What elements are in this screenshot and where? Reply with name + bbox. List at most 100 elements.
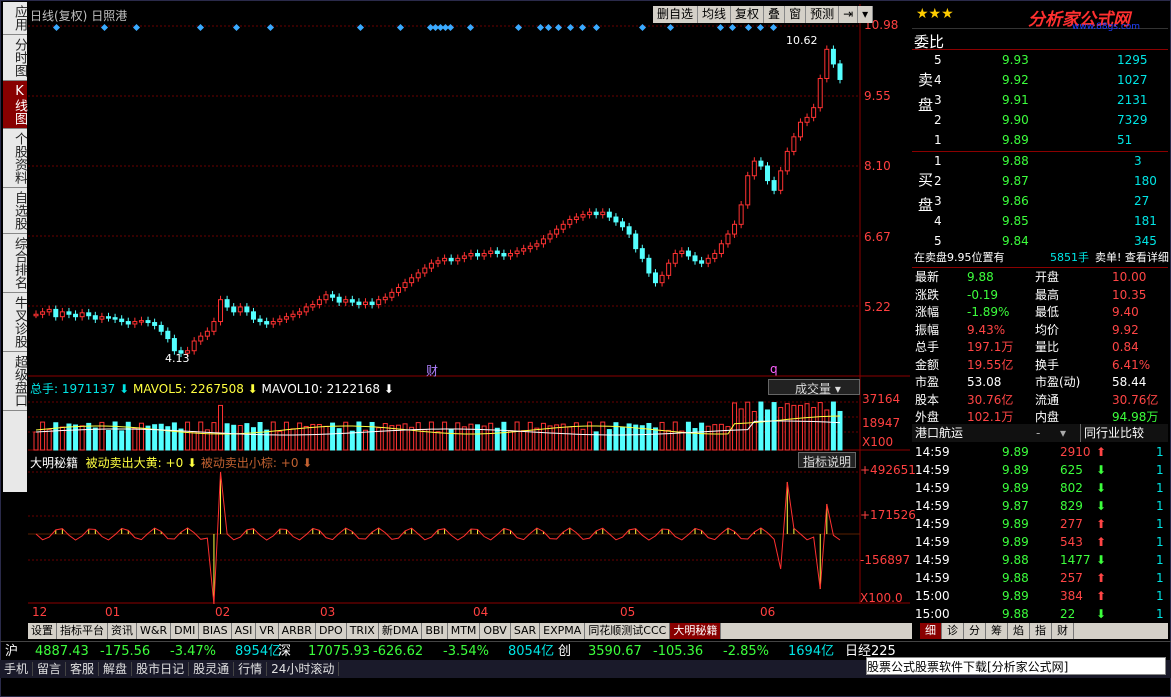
adjust-button[interactable]: 复权	[731, 6, 765, 23]
compare-button[interactable]: 同行业比较	[1080, 424, 1147, 442]
indicator-tab[interactable]: 指标平台	[57, 623, 108, 639]
indicator-tab[interactable]: MTM	[448, 623, 481, 639]
panel-tab[interactable]: 诊	[942, 623, 964, 639]
status-item[interactable]: 手机	[0, 662, 34, 676]
status-item[interactable]: 24小时滚动	[267, 662, 340, 676]
status-item[interactable]: 股灵通	[189, 662, 235, 676]
left-nav-item[interactable]: 综合排名	[3, 234, 27, 293]
candle	[468, 253, 474, 257]
cell: 2910	[1060, 445, 1091, 459]
indicator-tab[interactable]: TRIX	[347, 623, 379, 639]
candle	[343, 299, 349, 303]
panel-tab[interactable]: 筹	[986, 623, 1008, 639]
left-nav-item[interactable]: 牛叉诊股	[3, 293, 27, 352]
index-value[interactable]: 深	[278, 642, 291, 661]
volume-bar	[198, 421, 204, 451]
left-nav-item[interactable]: 自选股	[3, 188, 27, 234]
panel-tab[interactable]: 分	[964, 623, 986, 639]
candle	[725, 233, 731, 245]
volume-tick: 18947	[862, 416, 901, 430]
indicator-tab[interactable]: 资讯	[108, 623, 137, 639]
indicator-tab[interactable]: ASI	[232, 623, 257, 639]
status-item[interactable]: 客服	[66, 662, 100, 676]
candle	[171, 338, 177, 352]
indicator-tab[interactable]: 新DMA	[379, 623, 423, 639]
chevron-down-icon[interactable]: ▾	[858, 6, 874, 23]
volume-bar	[633, 424, 639, 451]
ma-button[interactable]: 均线	[698, 6, 732, 23]
panel-tab[interactable]: 细	[920, 623, 942, 639]
volume-bar	[461, 426, 467, 451]
candle	[481, 253, 487, 257]
volume-bar	[303, 425, 309, 451]
status-item[interactable]: 留言	[33, 662, 67, 676]
volume-bar	[534, 427, 540, 451]
volume-bar	[92, 427, 98, 451]
indicator-tab[interactable]: 同花顺测试CCC	[585, 623, 671, 639]
kline-chart-area[interactable]: 日线(复权) 日照港 10.98 9.55 8.10 6.67 5.22 10.…	[28, 4, 916, 619]
signal-diamond	[196, 23, 205, 32]
candle	[534, 243, 540, 247]
indicator-tab[interactable]: DMI	[171, 623, 200, 639]
overlay-button[interactable]: 叠	[764, 6, 786, 23]
panel-tab[interactable]: 焰	[1008, 623, 1030, 639]
left-nav-item[interactable]: 个股资料	[3, 129, 27, 188]
panel-tab[interactable]: 指	[1030, 623, 1052, 639]
status-item[interactable]: 股市日记	[132, 662, 190, 676]
indicator-tab[interactable]: ARBR	[279, 623, 316, 639]
indicator-tab[interactable]: BIAS	[199, 623, 232, 639]
left-nav-item[interactable]: 应用	[3, 2, 27, 35]
indicator-tab[interactable]: SAR	[511, 623, 541, 639]
indicator-tab[interactable]: 大明秘籍	[670, 623, 722, 639]
panel-tab[interactable]: 财	[1052, 623, 1074, 639]
delete-watch-button[interactable]: 删自选	[653, 6, 699, 23]
q-marker[interactable]: q	[770, 362, 778, 376]
volume-bar	[105, 430, 111, 451]
pin-icon[interactable]: ⇥	[839, 6, 859, 23]
indicator-tab[interactable]: DPO	[316, 623, 347, 639]
cell: 卖单! 查看详细	[1095, 251, 1169, 264]
sell-row: 2 9.90 7329	[912, 111, 1168, 129]
candle	[376, 299, 382, 306]
index-value[interactable]: 沪	[5, 642, 18, 661]
volume-bar	[560, 423, 566, 451]
volume-bar	[521, 430, 527, 451]
window-button[interactable]: 窗	[785, 6, 807, 23]
finance-marker[interactable]: 财	[426, 362, 438, 379]
candle	[692, 255, 698, 262]
candle	[488, 250, 494, 254]
ad-banner[interactable]: 股票公式股票软件下载[分析家公式网]	[866, 657, 1166, 675]
indicator-explain-button[interactable]: 指标说明	[798, 452, 857, 469]
candle	[428, 262, 434, 269]
chevron-down-icon[interactable]: ▾	[1060, 424, 1066, 442]
indicator-tab[interactable]: 设置	[28, 623, 57, 639]
volume-bar	[66, 423, 72, 451]
status-item[interactable]: 行情	[234, 662, 268, 676]
cell: 14:59	[915, 445, 950, 459]
indicator-tab[interactable]: VR	[256, 623, 279, 639]
cell: 4	[934, 73, 942, 87]
volume-selector[interactable]: 成交量 ▾	[768, 379, 860, 396]
candle	[797, 121, 803, 138]
cell: 涨幅	[915, 305, 940, 319]
left-nav-item[interactable]: 分时图	[3, 35, 27, 81]
signal-diamond	[716, 23, 725, 32]
order-note[interactable]: 在卖盘9.95位置有 5851手 卖单! 查看详细	[912, 249, 1169, 267]
cell: -1.89%	[967, 305, 1010, 319]
tick-row: 14:59 9.89 277 1 ⬆	[912, 515, 1168, 533]
minus-icon[interactable]: -	[1036, 424, 1040, 442]
cell: 2131	[1117, 93, 1148, 107]
forecast-button[interactable]: 预测	[806, 6, 840, 23]
signal-diamond	[396, 23, 405, 32]
indicator-tab[interactable]: OBV	[480, 623, 511, 639]
indicator-tab[interactable]: EXPMA	[540, 623, 586, 639]
left-nav-item[interactable]: 超级盘口	[3, 352, 27, 411]
indicator-tab[interactable]: W&R	[137, 623, 172, 639]
volume-bar	[817, 402, 823, 451]
candle	[824, 48, 830, 79]
index-value[interactable]: 创	[558, 642, 571, 661]
quote-row: 涨幅 -1.89% 最低 9.40	[912, 303, 1168, 321]
indicator-tab[interactable]: BBI	[422, 623, 448, 639]
left-nav-item[interactable]: K线图	[3, 81, 27, 129]
status-item[interactable]: 解盘	[99, 662, 133, 676]
